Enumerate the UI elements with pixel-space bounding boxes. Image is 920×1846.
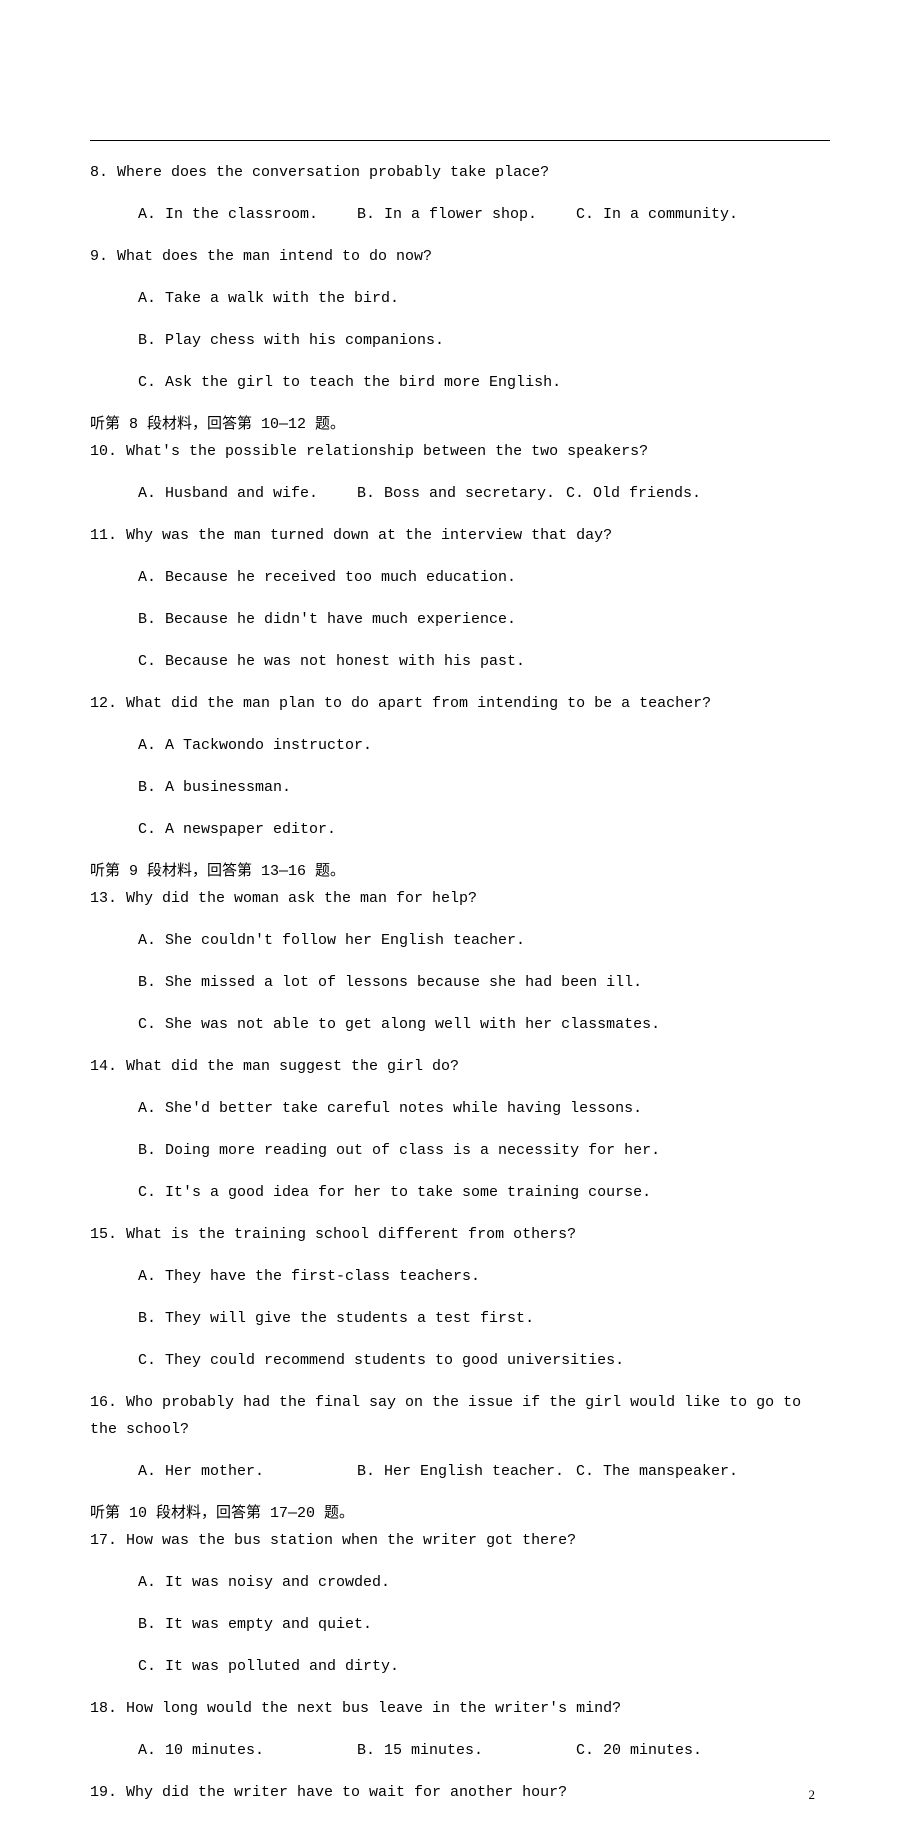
option-b: B. A businessman.	[90, 774, 830, 801]
option-a: A. Husband and wife.	[138, 480, 348, 507]
option-c: C. The manspeaker.	[576, 1458, 738, 1485]
option-b: B. Doing more reading out of class is a …	[90, 1137, 830, 1164]
option-b: B. Her English teacher.	[357, 1458, 567, 1485]
question-16: 16. Who probably had the final say on th…	[90, 1389, 830, 1443]
option-a: A. Because he received too much educatio…	[90, 564, 830, 591]
header-rule	[90, 140, 830, 141]
question-18: 18. How long would the next bus leave in…	[90, 1695, 830, 1722]
option-b: B. It was empty and quiet.	[90, 1611, 830, 1638]
option-c: C. They could recommend students to good…	[90, 1347, 830, 1374]
question-15: 15. What is the training school differen…	[90, 1221, 830, 1248]
question-17: 17. How was the bus station when the wri…	[90, 1527, 830, 1554]
question-19: 19. Why did the writer have to wait for …	[90, 1779, 830, 1806]
section-10-header: 听第 10 段材料，回答第 17—20 题。	[90, 1500, 830, 1527]
option-a: A. It was noisy and crowded.	[90, 1569, 830, 1596]
option-c: C. She was not able to get along well wi…	[90, 1011, 830, 1038]
question-16-options: A. Her mother. B. Her English teacher. C…	[90, 1458, 830, 1485]
option-a: A. In the classroom.	[138, 201, 348, 228]
option-c: C. A newspaper editor.	[90, 816, 830, 843]
option-a: A. A Tackwondo instructor.	[90, 732, 830, 759]
option-b: B. Play chess with his companions.	[90, 327, 830, 354]
option-a: A. They have the first-class teachers.	[90, 1263, 830, 1290]
page-number: 2	[809, 1783, 816, 1806]
option-b: B. Because he didn't have much experienc…	[90, 606, 830, 633]
question-18-options: A. 10 minutes. B. 15 minutes. C. 20 minu…	[90, 1737, 830, 1764]
question-14: 14. What did the man suggest the girl do…	[90, 1053, 830, 1080]
section-9-header: 听第 9 段材料，回答第 13—16 题。	[90, 858, 830, 885]
option-b: B. 15 minutes.	[357, 1737, 567, 1764]
option-c: C. Because he was not honest with his pa…	[90, 648, 830, 675]
option-c: C. It was polluted and dirty.	[90, 1653, 830, 1680]
option-c: C. It's a good idea for her to take some…	[90, 1179, 830, 1206]
option-a: A. Her mother.	[138, 1458, 348, 1485]
option-a: A. She couldn't follow her English teach…	[90, 927, 830, 954]
option-c: C. 20 minutes.	[576, 1737, 702, 1764]
option-c: C. Ask the girl to teach the bird more E…	[90, 369, 830, 396]
question-9: 9. What does the man intend to do now?	[90, 243, 830, 270]
option-b: B. Boss and secretary.	[357, 480, 557, 507]
option-c: C. In a community.	[576, 201, 738, 228]
option-a: A. Take a walk with the bird.	[90, 285, 830, 312]
question-11: 11. Why was the man turned down at the i…	[90, 522, 830, 549]
option-c: C. Old friends.	[566, 480, 701, 507]
option-b: B. In a flower shop.	[357, 201, 567, 228]
question-13: 13. Why did the woman ask the man for he…	[90, 885, 830, 912]
option-b: B. They will give the students a test fi…	[90, 1305, 830, 1332]
question-12: 12. What did the man plan to do apart fr…	[90, 690, 830, 717]
option-b: B. She missed a lot of lessons because s…	[90, 969, 830, 996]
question-8-options: A. In the classroom. B. In a flower shop…	[90, 201, 830, 228]
question-10: 10. What's the possible relationship bet…	[90, 438, 830, 465]
option-a: A. She'd better take careful notes while…	[90, 1095, 830, 1122]
question-8: 8. Where does the conversation probably …	[90, 159, 830, 186]
option-a: A. 10 minutes.	[138, 1737, 348, 1764]
page-container: 8. Where does the conversation probably …	[0, 0, 920, 1846]
section-8-header: 听第 8 段材料，回答第 10—12 题。	[90, 411, 830, 438]
question-10-options: A. Husband and wife. B. Boss and secreta…	[90, 480, 830, 507]
